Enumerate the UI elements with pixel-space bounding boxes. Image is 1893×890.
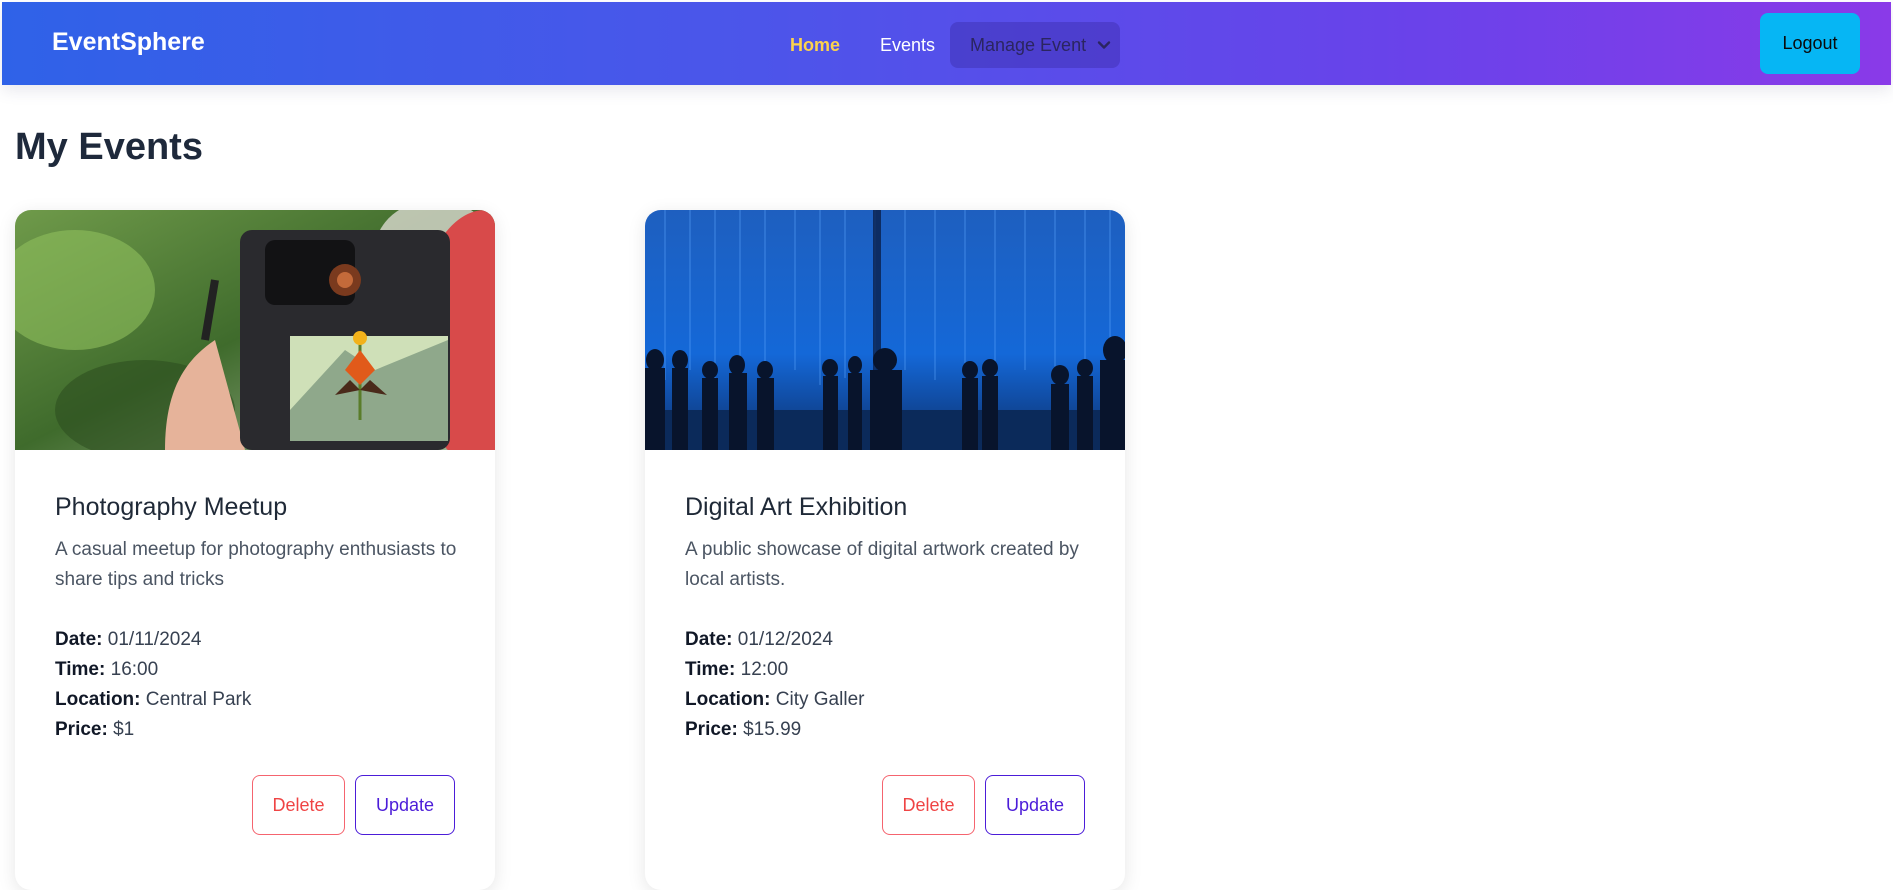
event-title: Photography Meetup [55,493,288,521]
event-details: Date: 01/12/2024 Time: 12:00 Location: C… [685,625,864,745]
top-navbar: EventSphere Home Events Manage Event Log… [2,2,1891,85]
event-date: Date: 01/12/2024 [685,629,833,650]
chevron-down-icon [1097,41,1111,49]
brand-logo[interactable]: EventSphere [52,28,205,57]
event-card: Digital Art Exhibition A public showcase… [645,210,1125,890]
event-image-photography [15,210,495,450]
update-button[interactable]: Update [355,775,455,835]
event-price: Price: $1 [55,719,135,740]
event-date: Date: 01/11/2024 [55,629,202,650]
delete-button[interactable]: Delete [252,775,345,835]
event-details: Date: 01/11/2024 Time: 16:00 Location: C… [55,625,251,745]
event-time: Time: 16:00 [55,659,159,680]
event-title: Digital Art Exhibition [685,493,908,521]
nav-link-events[interactable]: Events [880,35,935,56]
logout-button[interactable]: Logout [1760,13,1860,74]
event-time: Time: 12:00 [685,659,789,680]
update-button[interactable]: Update [985,775,1085,835]
event-location: Location: Central Park [55,689,252,710]
event-image-digital-art [645,210,1125,450]
event-card: Photography Meetup A casual meetup for p… [15,210,495,890]
event-description: A casual meetup for photography enthusia… [55,539,457,590]
manage-event-dropdown[interactable]: Manage Event [950,22,1120,68]
page-title: My Events [15,126,203,168]
event-description: A public showcase of digital artwork cre… [685,539,1079,590]
manage-event-label: Manage Event [970,34,1087,55]
delete-button[interactable]: Delete [882,775,975,835]
event-location: Location: City Galler [685,689,865,710]
event-price: Price: $15.99 [685,719,802,740]
nav-link-home[interactable]: Home [790,35,840,56]
